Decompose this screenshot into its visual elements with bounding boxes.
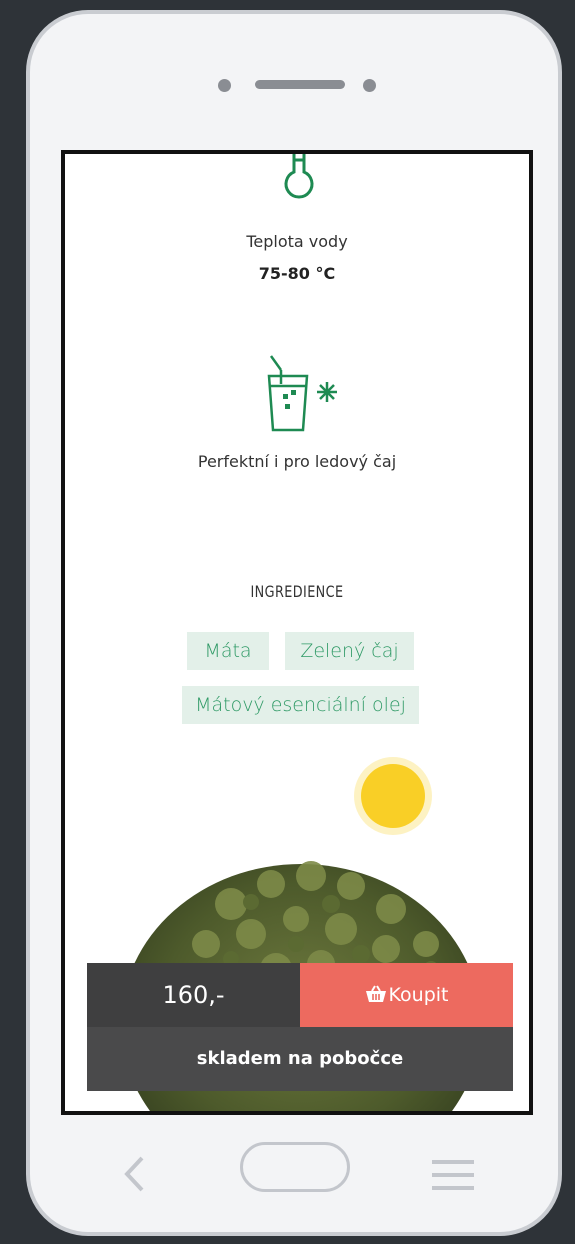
iced-drink-icon <box>267 355 337 432</box>
ingredient-chip[interactable]: Máta <box>187 632 269 670</box>
water-temp-label: Teplota vody <box>246 232 348 251</box>
iced-tea-label: Perfektní i pro ledový čaj <box>197 452 397 471</box>
stock-status-button[interactable]: skladem na pobočce <box>87 1027 513 1091</box>
back-icon[interactable] <box>122 1154 146 1194</box>
camera-dot <box>218 79 231 92</box>
phone-frame: Teplota vody 75-80 °C Perfektní i pro le… <box>26 10 562 1236</box>
water-temp-value: 75-80 °C <box>258 264 336 283</box>
thermometer-icon <box>284 154 314 199</box>
buy-button[interactable]: Koupit <box>300 963 513 1027</box>
ingredient-chip[interactable]: Mátový esenciální olej <box>182 686 419 724</box>
basket-icon <box>365 985 386 1002</box>
screen: Teplota vody 75-80 °C Perfektní i pro le… <box>61 150 533 1115</box>
sun-badge <box>361 764 425 828</box>
ingredients-title: INGREDIENCE <box>250 582 344 601</box>
buy-button-label: Koupit <box>388 984 449 1006</box>
ingredient-chip[interactable]: Zelený čaj <box>285 632 414 670</box>
purchase-bar: 160,- Koupit skladem na pobočce <box>87 963 513 1091</box>
price-label: 160,- <box>87 963 300 1027</box>
menu-icon[interactable] <box>432 1158 474 1192</box>
speaker-grille <box>255 80 345 89</box>
home-icon[interactable] <box>240 1142 350 1192</box>
sensor-dot <box>363 79 376 92</box>
